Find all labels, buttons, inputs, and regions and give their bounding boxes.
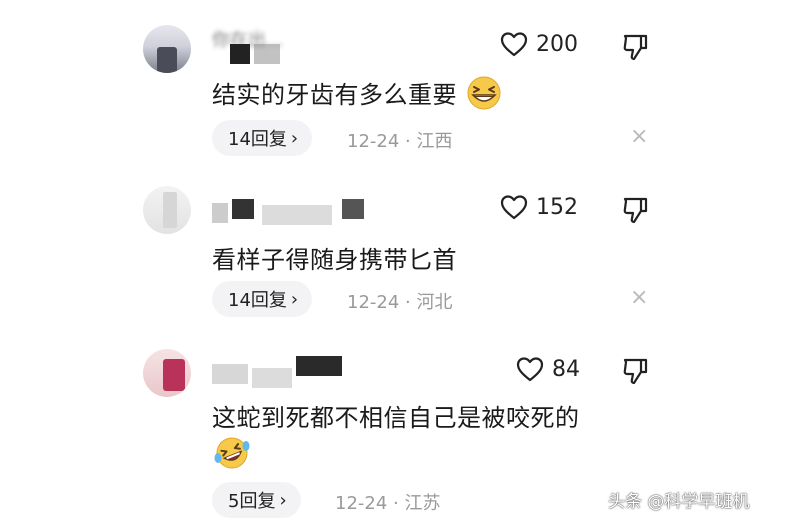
comment-meta: 12-24 · 江西 <box>347 127 453 153</box>
meta-separator: · <box>405 131 411 152</box>
comment-location: 河北 <box>416 292 453 313</box>
meta-separator: · <box>393 493 399 514</box>
heart-icon <box>500 31 528 57</box>
comment-meta: 12-24 · 江苏 <box>335 489 441 515</box>
thumbs-down-icon <box>622 196 648 224</box>
avatar[interactable] <box>143 349 191 397</box>
reply-label: 14回复 <box>228 129 287 150</box>
comment-location: 江苏 <box>404 493 441 514</box>
close-icon[interactable]: × <box>630 287 648 309</box>
like-count: 200 <box>536 31 578 57</box>
chevron-right-icon: › <box>290 127 299 149</box>
thumbs-down-icon <box>622 357 648 385</box>
comment-text: 结实的牙齿有多么重要 <box>212 75 503 117</box>
name-redaction <box>254 44 280 64</box>
close-icon[interactable]: × <box>630 126 648 148</box>
avatar[interactable] <box>143 186 191 234</box>
comment-date: 12-24 <box>347 292 400 313</box>
thumbs-down-icon <box>622 33 648 61</box>
meta-separator: · <box>405 292 411 313</box>
avatar[interactable] <box>143 25 191 73</box>
reply-label: 5回复 <box>228 491 276 512</box>
reply-button[interactable]: 14回复 › <box>212 281 313 317</box>
like-button[interactable]: 84 <box>516 356 580 382</box>
name-redaction <box>212 203 228 223</box>
reply-button[interactable]: 5回复 › <box>212 482 301 518</box>
comment-meta: 12-24 · 河北 <box>347 288 453 314</box>
grinning-squint-face-icon <box>465 75 503 117</box>
dislike-button[interactable] <box>622 357 648 385</box>
name-redaction <box>212 364 248 384</box>
name-redaction <box>232 199 254 219</box>
heart-icon <box>516 356 544 382</box>
dislike-button[interactable] <box>622 196 648 224</box>
name-redaction <box>296 356 342 376</box>
reply-label: 14回复 <box>228 290 287 311</box>
comment-date: 12-24 <box>335 493 388 514</box>
like-count: 84 <box>552 356 580 382</box>
comment-text: 这蛇到死都不相信自己是被咬死的 <box>212 404 580 432</box>
dislike-button[interactable] <box>622 33 648 61</box>
chevron-right-icon: › <box>290 288 299 310</box>
like-button[interactable]: 152 <box>500 194 578 220</box>
name-redaction <box>342 199 364 219</box>
watermark: 头条 @科学早班机 <box>608 492 750 512</box>
name-redaction <box>252 368 292 388</box>
reply-button[interactable]: 14回复 › <box>212 120 313 156</box>
name-redaction <box>230 44 250 64</box>
rolling-on-floor-laughing-icon <box>212 434 252 476</box>
chevron-right-icon: › <box>279 489 287 511</box>
comment-text: 看样子得随身携带匕首 <box>212 246 457 274</box>
like-count: 152 <box>536 194 578 220</box>
heart-icon <box>500 194 528 220</box>
comment-location: 江西 <box>416 131 453 152</box>
like-button[interactable]: 200 <box>500 31 578 57</box>
name-redaction <box>262 205 332 225</box>
comment-date: 12-24 <box>347 131 400 152</box>
